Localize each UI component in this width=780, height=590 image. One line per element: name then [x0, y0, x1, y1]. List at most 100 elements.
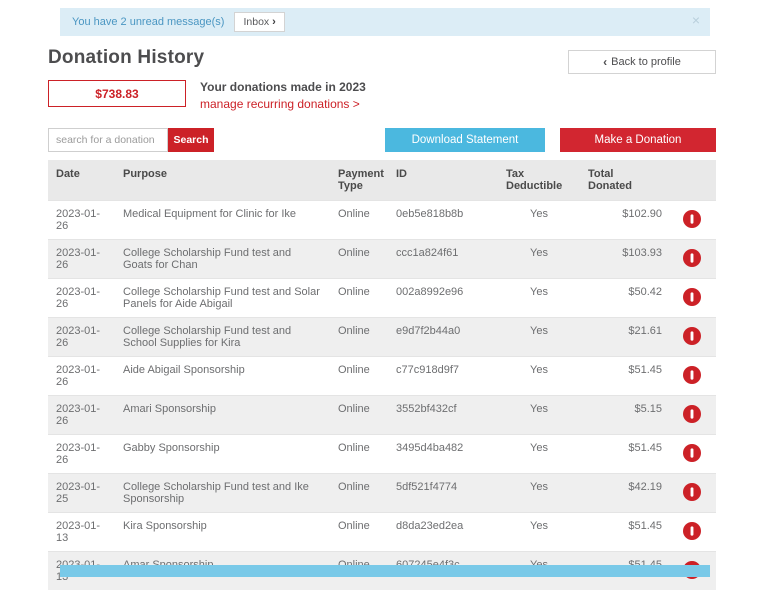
info-icon[interactable] [683, 249, 701, 267]
back-to-profile-label: Back to profile [611, 56, 681, 68]
cell-donation-id[interactable]: ccc1a824f61 [388, 240, 498, 279]
cell-payment-type: Online [330, 201, 388, 240]
cell-payment-type: Online [330, 396, 388, 435]
cell-purpose: College Scholarship Fund test and Goats … [115, 240, 330, 279]
cell-donation-id[interactable]: e9d7f2b44a0 [388, 318, 498, 357]
cell-date: 2023-01-26 [48, 318, 115, 357]
table-row: 2023-01-13 Kira Sponsorship Online d8da2… [48, 513, 716, 552]
cell-total-donated: $102.90 [580, 201, 668, 240]
info-icon[interactable] [683, 444, 701, 462]
cell-purpose: Amari Sponsorship [115, 396, 330, 435]
table-row: 2023-01-26 College Scholarship Fund test… [48, 240, 716, 279]
column-header: Payment Type [330, 160, 388, 201]
cell-purpose: Kira Sponsorship [115, 513, 330, 552]
unread-messages-banner: You have 2 unread message(s) Inbox › × [60, 8, 710, 36]
cell-donation-id[interactable]: 5df521f4774 [388, 474, 498, 513]
cell-date: 2023-01-26 [48, 396, 115, 435]
inbox-button[interactable]: Inbox › [234, 12, 284, 32]
cell-date: 2023-01-26 [48, 201, 115, 240]
cell-date: 2023-01-13 [48, 513, 115, 552]
cell-payment-type: Online [330, 279, 388, 318]
cell-date: 2023-01-26 [48, 435, 115, 474]
cell-total-donated: $51.45 [580, 357, 668, 396]
cell-donation-id[interactable]: 0eb5e818b8b [388, 201, 498, 240]
column-header: Total Donated [580, 160, 668, 201]
cell-purpose: Gabby Sponsorship [115, 435, 330, 474]
total-donations-amount: $738.83 [48, 80, 186, 107]
cell-date: 2023-01-26 [48, 240, 115, 279]
cell-donation-id[interactable]: 3552bf432cf [388, 396, 498, 435]
table-row: 2023-01-26 College Scholarship Fund test… [48, 279, 716, 318]
cell-tax-deductible: Yes [498, 357, 580, 396]
cell-total-donated: $21.61 [580, 318, 668, 357]
summary-caption: Your donations made in 2023 manage recur… [200, 80, 366, 111]
search-button[interactable]: Search [168, 128, 214, 152]
bottom-banner [60, 565, 710, 577]
cell-payment-type: Online [330, 357, 388, 396]
cell-donation-id[interactable]: 002a8992e96 [388, 279, 498, 318]
cell-tax-deductible: Yes [498, 435, 580, 474]
cell-total-donated: $42.19 [580, 474, 668, 513]
table-row: 2023-01-26 Aide Abigail Sponsorship Onli… [48, 357, 716, 396]
cell-tax-deductible: Yes [498, 279, 580, 318]
cell-donation-id[interactable]: 3495d4ba482 [388, 435, 498, 474]
cell-tax-deductible: Yes [498, 240, 580, 279]
cell-tax-deductible: Yes [498, 474, 580, 513]
page-title: Donation History [48, 47, 204, 69]
table-row: 2023-01-26 Medical Equipment for Clinic … [48, 201, 716, 240]
cell-date: 2023-01-26 [48, 279, 115, 318]
back-to-profile-button[interactable]: ‹ Back to profile [568, 50, 716, 74]
cell-payment-type: Online [330, 435, 388, 474]
search-input[interactable] [48, 128, 168, 152]
chevron-left-icon: ‹ [603, 55, 607, 69]
cell-payment-type: Online [330, 513, 388, 552]
donation-history-table: DatePurposePayment TypeIDTax DeductibleT… [48, 160, 716, 590]
donations-year-caption: Your donations made in 2023 [200, 80, 366, 94]
column-header: ID [388, 160, 498, 201]
table-body: 2023-01-26 Medical Equipment for Clinic … [48, 201, 716, 590]
cell-payment-type: Online [330, 318, 388, 357]
inbox-button-label: Inbox [243, 16, 269, 28]
cell-purpose: College Scholarship Fund test and School… [115, 318, 330, 357]
cell-tax-deductible: Yes [498, 318, 580, 357]
info-icon[interactable] [683, 210, 701, 228]
cell-total-donated: $51.45 [580, 435, 668, 474]
cell-date: 2023-01-25 [48, 474, 115, 513]
cell-donation-id[interactable]: c77c918d9f7 [388, 357, 498, 396]
table-header-row: DatePurposePayment TypeIDTax DeductibleT… [48, 160, 716, 201]
column-header: Date [48, 160, 115, 201]
cell-total-donated: $5.15 [580, 396, 668, 435]
info-icon[interactable] [683, 366, 701, 384]
table-row: 2023-01-26 College Scholarship Fund test… [48, 318, 716, 357]
cell-tax-deductible: Yes [498, 201, 580, 240]
download-statement-button[interactable]: Download Statement [385, 128, 545, 152]
cell-date: 2023-01-26 [48, 357, 115, 396]
table-row: 2023-01-25 College Scholarship Fund test… [48, 474, 716, 513]
chevron-right-icon: › [272, 16, 276, 28]
info-icon[interactable] [683, 522, 701, 540]
table-row: 2023-01-26 Gabby Sponsorship Online 3495… [48, 435, 716, 474]
column-header: Tax Deductible [498, 160, 580, 201]
column-header: Purpose [115, 160, 330, 201]
cell-purpose: Aide Abigail Sponsorship [115, 357, 330, 396]
cell-payment-type: Online [330, 474, 388, 513]
cell-tax-deductible: Yes [498, 513, 580, 552]
info-icon[interactable] [683, 405, 701, 423]
manage-recurring-donations-link[interactable]: manage recurring donations > [200, 97, 366, 111]
info-icon[interactable] [683, 327, 701, 345]
table-row: 2023-01-26 Amari Sponsorship Online 3552… [48, 396, 716, 435]
info-icon[interactable] [683, 288, 701, 306]
cell-total-donated: $103.93 [580, 240, 668, 279]
unread-messages-text: You have 2 unread message(s) [72, 16, 224, 28]
cell-total-donated: $50.42 [580, 279, 668, 318]
close-icon[interactable]: × [692, 13, 700, 27]
make-a-donation-button[interactable]: Make a Donation [560, 128, 716, 152]
info-icon[interactable] [683, 483, 701, 501]
cell-payment-type: Online [330, 240, 388, 279]
cell-total-donated: $51.45 [580, 513, 668, 552]
cell-tax-deductible: Yes [498, 396, 580, 435]
cell-donation-id[interactable]: d8da23ed2ea [388, 513, 498, 552]
cell-purpose: Medical Equipment for Clinic for Ike [115, 201, 330, 240]
cell-purpose: College Scholarship Fund test and Solar … [115, 279, 330, 318]
cell-purpose: College Scholarship Fund test and Ike Sp… [115, 474, 330, 513]
